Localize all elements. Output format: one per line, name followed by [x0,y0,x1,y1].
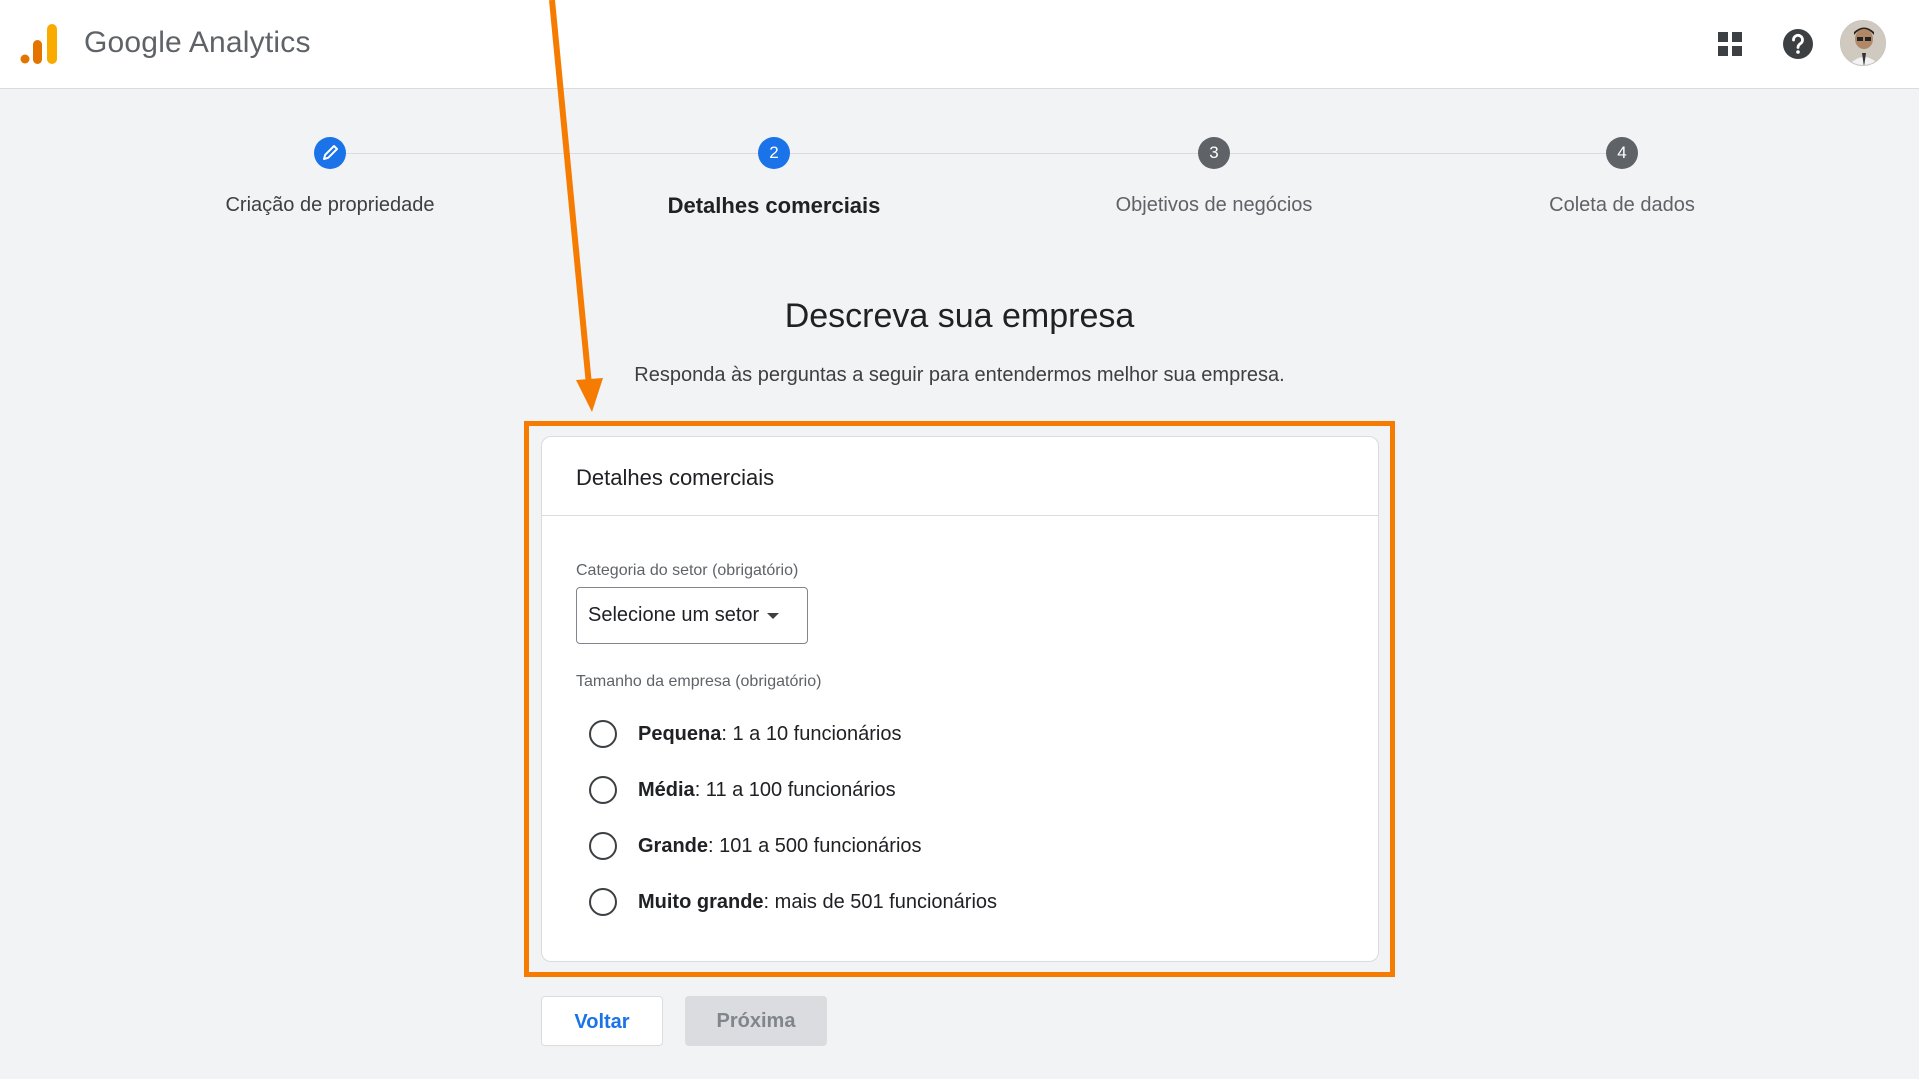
step-1-label: Criação de propriedade [225,194,435,216]
apps-grid-icon[interactable] [1712,26,1748,62]
page-title: Descreva sua empresa [784,297,1135,335]
back-button[interactable]: Voltar [541,996,663,1046]
pencil-icon [323,145,338,160]
top-app-bar: Google Analytics [0,0,1919,89]
user-avatar[interactable] [1840,20,1886,66]
step-4-label: Coleta de dados [1549,194,1695,216]
step-2-label: Detalhes comerciais [667,193,881,218]
app-brand[interactable]: Google Analytics [84,26,311,60]
stepper-line [346,153,1632,154]
step-3-label: Objetivos de negócios [1115,194,1313,216]
next-button[interactable]: Próxima [685,996,827,1046]
page-subtitle: Responda às perguntas a seguir para ente… [634,364,1285,386]
annotation-highlight-box [524,421,1395,977]
step-4-circle: 4 [1606,137,1638,169]
help-icon[interactable] [1780,26,1816,62]
step-2-circle: 2 [758,137,790,169]
step-3-circle: 3 [1198,137,1230,169]
google-analytics-logo[interactable] [20,24,58,64]
step-1-circle [314,137,346,169]
